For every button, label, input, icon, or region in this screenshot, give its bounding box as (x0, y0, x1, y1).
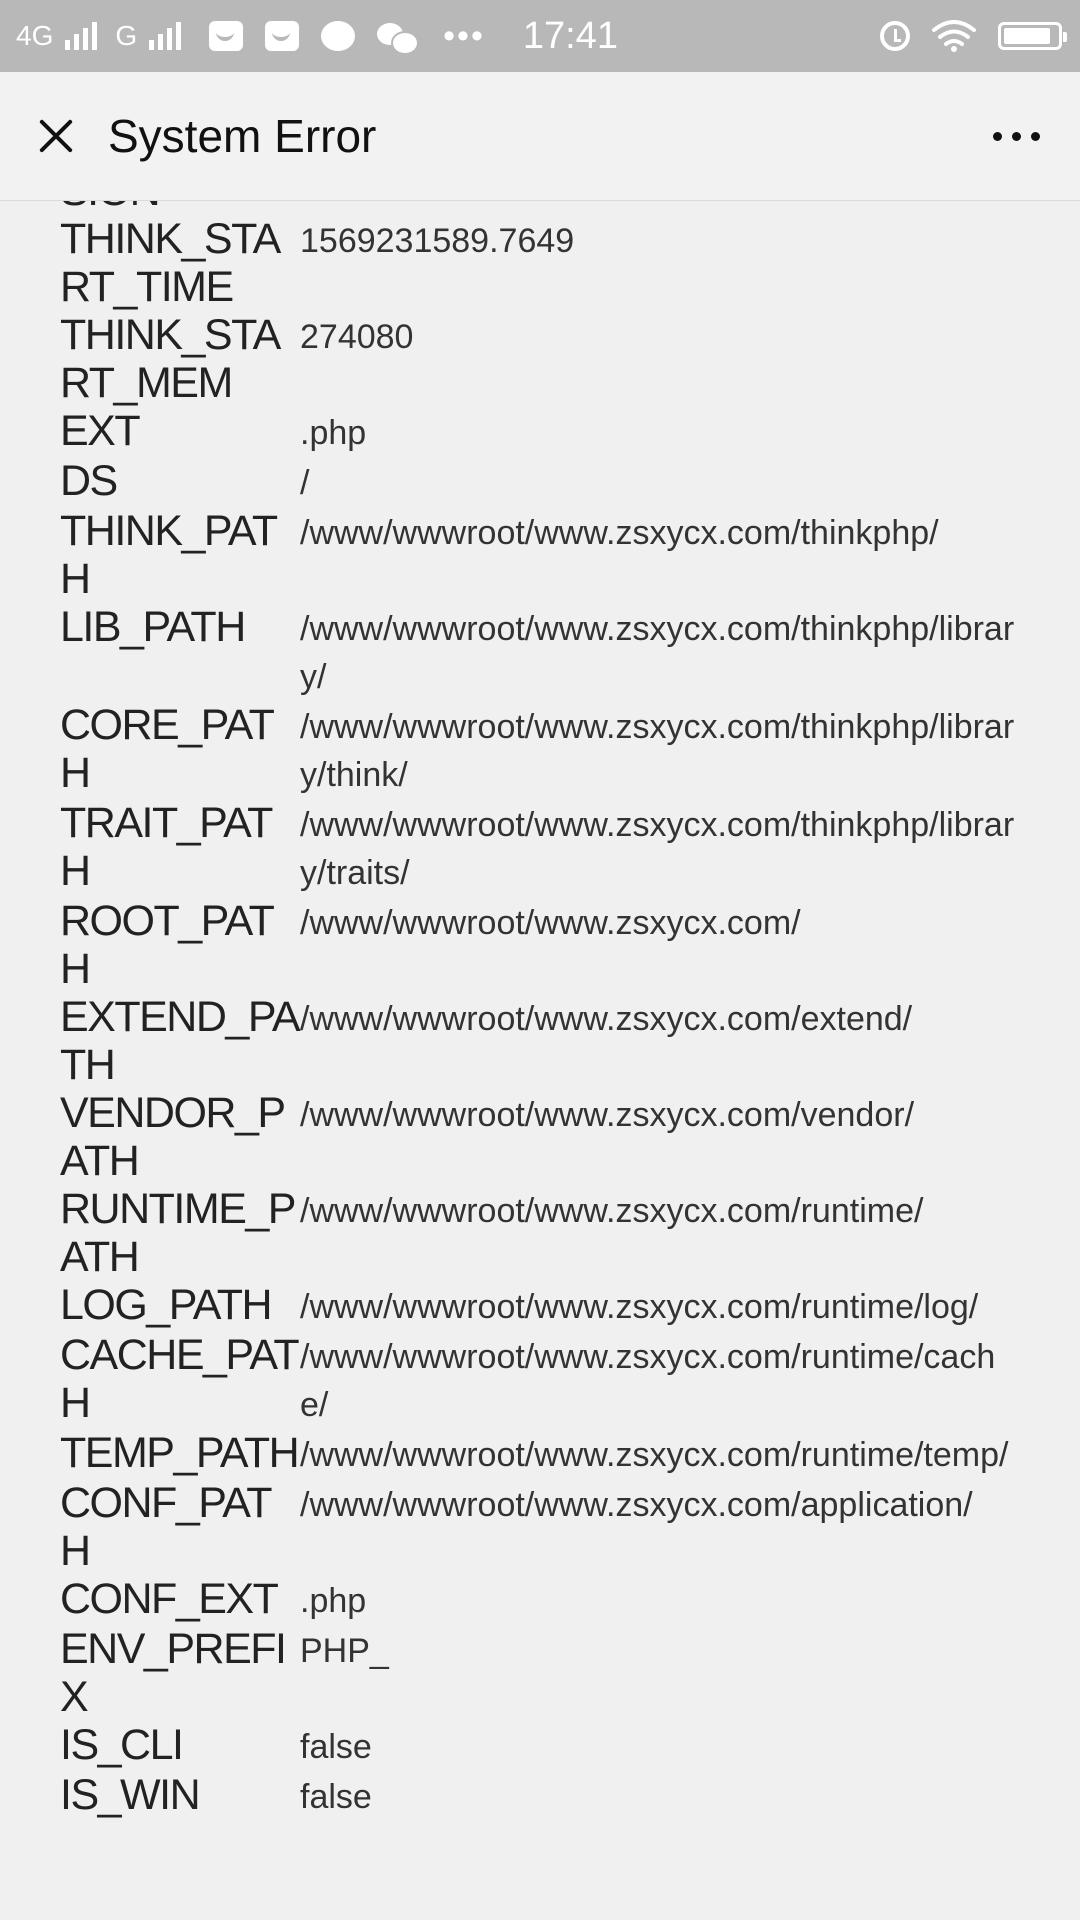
constant-row: LIB_PATH/www/wwwroot/www.zsxycx.com/thin… (60, 603, 1020, 701)
close-icon[interactable] (18, 100, 90, 172)
constant-key: LOG_PATH (60, 1281, 273, 1329)
constants-table: SIONTHINK_START_TIME1569231589.7649THINK… (60, 201, 1020, 1821)
constant-value: /www/wwwroot/www.zsxycx.com/runtime/ (300, 1192, 924, 1230)
constant-key: DS (60, 457, 118, 505)
signal-strength-icon (65, 22, 98, 50)
constant-row: TEMP_PATH/www/wwwroot/www.zsxycx.com/run… (60, 1429, 1020, 1479)
constant-value: /www/wwwroot/www.zsxycx.com/runtime/temp… (300, 1436, 1009, 1474)
browser-icon (321, 21, 356, 51)
constant-value: /www/wwwroot/www.zsxycx.com/thinkphp/lib… (300, 708, 1015, 794)
constant-value: /www/wwwroot/www.zsxycx.com/thinkphp/ (300, 514, 939, 552)
constant-key: CACHE_PATH (60, 1331, 300, 1427)
constant-value: /www/wwwroot/www.zsxycx.com/runtime/log/ (300, 1288, 979, 1326)
constant-key: THINK_START_MEM (60, 311, 281, 407)
constant-value: false (300, 1728, 372, 1766)
constant-value: .php (300, 414, 367, 452)
constant-key: ENV_PREFIX (60, 1625, 287, 1721)
clock-time: 17:41 (522, 14, 618, 57)
error-content[interactable]: SIONTHINK_START_TIME1569231589.7649THINK… (0, 201, 1080, 1920)
constant-value: /www/wwwroot/www.zsxycx.com/extend/ (300, 1000, 913, 1038)
constant-row: EXT .php (60, 407, 1020, 457)
constant-key: IS_CLI (60, 1721, 184, 1769)
constant-key: RUNTIME_PATH (60, 1185, 296, 1281)
title-bar: System Error (0, 72, 1080, 201)
constant-key: THINK_PATH (60, 507, 278, 603)
constant-value: 1569231589.7649 (300, 222, 575, 260)
page-title: System Error (108, 110, 377, 162)
constant-row: THINK_START_TIME 1569231589.7649 (60, 215, 1020, 311)
constant-row: EXTEND_PATH/www/wwwroot/www.zsxycx.com/e… (60, 993, 1020, 1089)
constant-value: /www/wwwroot/www.zsxycx.com/thinkphp/lib… (300, 806, 1015, 892)
constant-key: ROOT_PATH (60, 897, 275, 993)
more-icon[interactable] (980, 100, 1052, 172)
constant-row: IS_CLI false (60, 1721, 1020, 1771)
constant-row: IS_WIN false (60, 1771, 1020, 1821)
constant-value: /www/wwwroot/www.zsxycx.com/application/ (300, 1486, 973, 1524)
wechat-icon (377, 21, 420, 55)
constant-value: /www/wwwroot/www.zsxycx.com/runtime/cach… (300, 1338, 996, 1424)
constant-key: VENDOR_PATH (60, 1089, 286, 1185)
constant-key: EXT (60, 407, 141, 455)
constant-value: /www/wwwroot/www.zsxycx.com/ (300, 904, 801, 942)
constant-row: SION (60, 201, 1020, 215)
constant-key: CORE_PATH (60, 701, 275, 797)
constant-key: EXTEND_PATH (60, 993, 301, 1089)
constant-key: CONF_EXT (60, 1575, 279, 1623)
constant-row: VENDOR_PATH/www/wwwroot/www.zsxycx.com/v… (60, 1089, 1020, 1185)
constants-table-wrap: SIONTHINK_START_TIME1569231589.7649THINK… (60, 201, 1020, 1821)
constant-value: PHP_ (300, 1632, 389, 1670)
constant-row: CACHE_PATH/www/wwwroot/www.zsxycx.com/ru… (60, 1331, 1020, 1429)
constant-value: /www/wwwroot/www.zsxycx.com/thinkphp/lib… (300, 610, 1015, 696)
signal-strength-icon-2 (149, 22, 182, 50)
alarm-icon (880, 21, 910, 51)
mail-icon (209, 21, 244, 51)
constant-row: CORE_PATH/www/wwwroot/www.zsxycx.com/thi… (60, 701, 1020, 799)
constant-row: THINK_START_MEM 274080 (60, 311, 1020, 407)
constant-key: IS_WIN (60, 1771, 201, 1819)
constant-row: CONF_EXT .php (60, 1575, 1020, 1625)
constant-value (300, 201, 1020, 215)
constant-key: LIB_PATH (60, 603, 246, 651)
constant-value: false (300, 1778, 372, 1816)
mail-icon-2 (265, 21, 300, 51)
constant-row: RUNTIME_PATH/www/wwwroot/www.zsxycx.com/… (60, 1185, 1020, 1281)
constant-row: ENV_PREFIX PHP_ (60, 1625, 1020, 1721)
constant-row: ROOT_PATH/www/wwwroot/www.zsxycx.com/ (60, 897, 1020, 993)
constant-value: 274080 (300, 318, 414, 356)
constant-row: LOG_PATH/www/wwwroot/www.zsxycx.com/runt… (60, 1281, 1020, 1331)
network-type-label: 4G (16, 20, 54, 51)
constant-key: TEMP_PATH (60, 1429, 300, 1477)
battery-icon (998, 22, 1067, 50)
battery-level-fill (1004, 28, 1051, 44)
constant-value: / (300, 464, 310, 502)
status-bar: 4G G ••• 17:41 (0, 0, 1080, 72)
constant-value: .php (300, 1582, 367, 1620)
constant-key: SION (60, 201, 300, 215)
wifi-icon (932, 20, 976, 52)
constant-row: DS / (60, 457, 1020, 507)
constant-key: TRAIT_PATH (60, 799, 273, 895)
constant-row: TRAIT_PATH/www/wwwroot/www.zsxycx.com/th… (60, 799, 1020, 897)
constant-row: THINK_PATH/www/wwwroot/www.zsxycx.com/th… (60, 507, 1020, 603)
constant-row: CONF_PATH/www/wwwroot/www.zsxycx.com/app… (60, 1479, 1020, 1575)
constant-value: /www/wwwroot/www.zsxycx.com/vendor/ (300, 1096, 915, 1134)
network-type-label-2: G (115, 20, 138, 51)
constant-key: THINK_START_TIME (60, 215, 281, 311)
constant-key: CONF_PATH (60, 1479, 272, 1575)
more-notifications-icon: ••• (443, 16, 485, 55)
